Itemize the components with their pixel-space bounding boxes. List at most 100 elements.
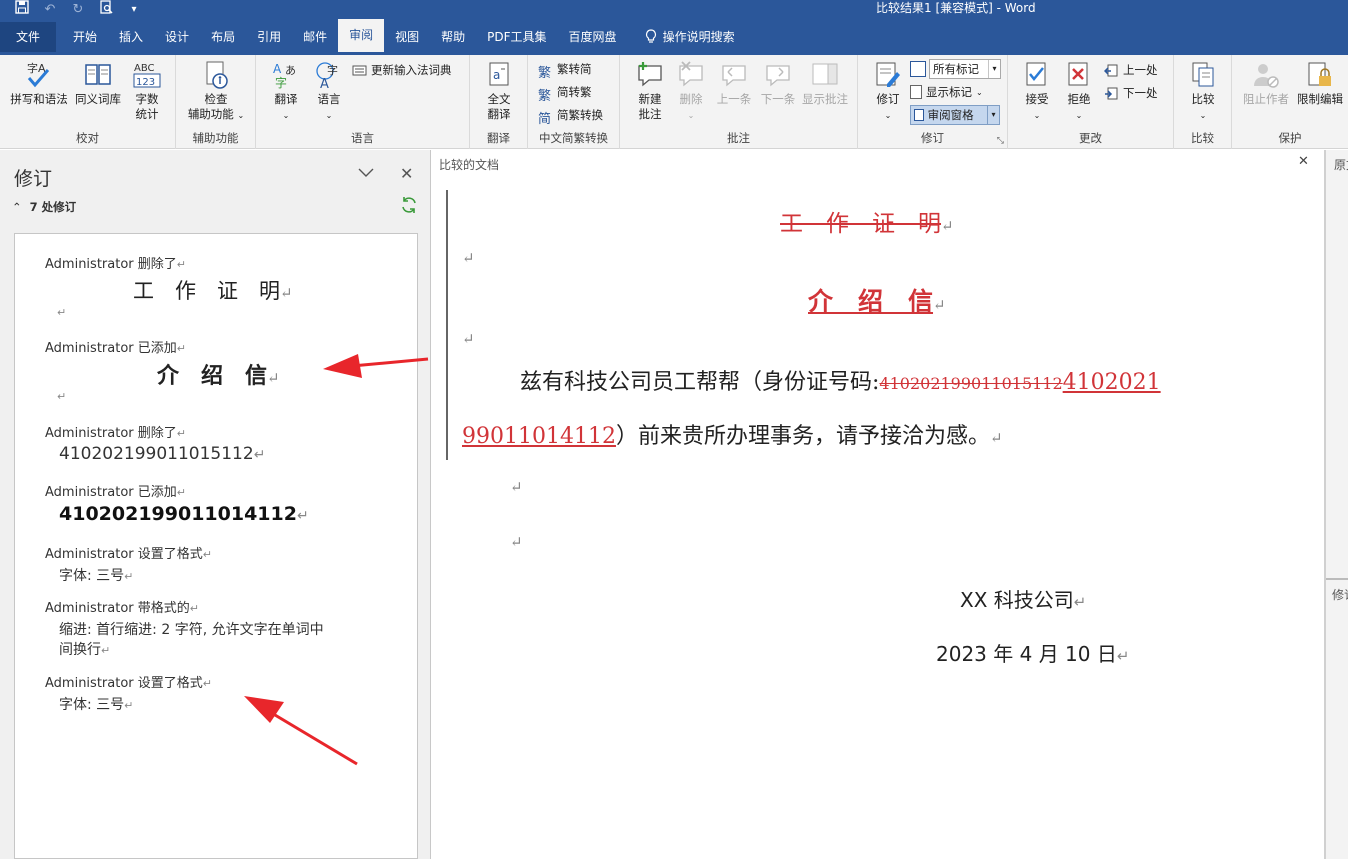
previous-change-button[interactable]: 上一处 xyxy=(1104,62,1158,78)
group-label-proofing: 校对 xyxy=(76,131,99,145)
group-label-changes: 更改 xyxy=(1079,131,1102,145)
group-translate: a 全文 翻译 翻译 xyxy=(470,55,528,149)
tab-mailings[interactable]: 邮件 xyxy=(292,22,338,52)
revision-item[interactable]: Administrator 已添加↵ xyxy=(45,337,186,356)
new-comment-icon xyxy=(638,62,662,87)
word-count-icon: ABC 123 xyxy=(133,63,161,88)
previous-comment-button[interactable]: 上一条 xyxy=(712,60,756,107)
revision-item[interactable]: Administrator 删除了↵ xyxy=(45,253,186,272)
compared-document-pane: 比较的文档 ✕ 工 作 证 明↵ ↵ 介 绍 信↵ ↵ 兹有科技公司员工帮帮（身… xyxy=(432,150,1324,859)
body-line-1[interactable]: 兹有科技公司员工帮帮（身份证号码:41020219901101511241020… xyxy=(520,364,1161,396)
revision-item[interactable]: Administrator 设置了格式↵ xyxy=(45,672,212,691)
tab-file[interactable]: 文件 xyxy=(0,22,57,52)
tab-review[interactable]: 审阅 xyxy=(338,19,385,52)
tab-view[interactable]: 视图 xyxy=(384,22,430,52)
svg-text:A: A xyxy=(273,62,282,76)
revisions-list: Administrator 删除了↵ 工 作 证 明↵ ↵ Administra… xyxy=(14,233,418,859)
body-line-2[interactable]: 99011014112）前来贵所办理事务，请予接洽为感。↵ xyxy=(462,418,1003,450)
revision-item[interactable]: Administrator 带格式的↵ xyxy=(45,597,199,616)
document-date[interactable]: 2023 年 4 月 10 日↵ xyxy=(936,638,1129,667)
tab-references[interactable]: 引用 xyxy=(246,22,292,52)
close-icon[interactable]: ✕ xyxy=(400,164,413,183)
group-protect: 阻止作者 限制编辑 保护 xyxy=(1232,55,1348,149)
redo-icon[interactable]: ↻ xyxy=(70,2,86,17)
revisions-pane: 修订 ✕ ⌃ 7 处修订 Administrator 删除了↵ 工 作 证 明↵… xyxy=(0,150,431,859)
tab-baidu-netdisk[interactable]: 百度网盘 xyxy=(558,22,628,52)
pane-divider[interactable] xyxy=(1326,578,1348,580)
markup-dropdown[interactable]: 所有标记 ▾ xyxy=(929,59,1001,79)
svg-text:123: 123 xyxy=(136,77,155,88)
revision-content: 410202199011015112↵ xyxy=(59,444,266,464)
tab-design[interactable]: 设计 xyxy=(154,22,200,52)
word-count-button[interactable]: ABC 123 字数 统计 xyxy=(126,60,168,122)
traditional-to-simplified-button[interactable]: 繁 繁转简 xyxy=(538,61,592,81)
chinese-convert-icon: 简 xyxy=(538,111,552,127)
track-changes-icon xyxy=(876,62,900,87)
accept-button[interactable]: 接受 ⌄ xyxy=(1018,60,1056,123)
group-label-translate: 翻译 xyxy=(487,131,510,145)
accessibility-icon xyxy=(206,61,228,89)
group-comments: 新建 批注 删除 ⌄ 上一条 下一条 显示批注 批注 xyxy=(620,55,858,149)
dialog-launcher-icon[interactable]: ⤡ xyxy=(997,136,1004,146)
chevron-down-icon[interactable] xyxy=(358,166,374,182)
customize-qat-chevron-icon[interactable]: ▾ xyxy=(126,4,142,15)
show-markup-button[interactable]: 显示标记 ⌄ xyxy=(910,84,983,100)
check-accessibility-button[interactable]: 检查 辅助功能 ⌄ xyxy=(180,60,252,123)
company-name[interactable]: XX 科技公司↵ xyxy=(960,584,1086,613)
group-language: Aあ字 翻译 ⌄ 字A 语言 ⌄ 更新输入法词典 语言 xyxy=(256,55,470,149)
tab-home[interactable]: 开始 xyxy=(62,22,108,52)
revision-item[interactable]: Administrator 设置了格式↵ xyxy=(45,543,212,562)
close-icon[interactable]: ✕ xyxy=(1298,154,1309,169)
revision-content: 介 绍 信↵ xyxy=(157,363,280,389)
tell-me-search[interactable]: 操作说明搜索 xyxy=(634,22,746,52)
compare-button[interactable]: 比较 ⌄ xyxy=(1180,60,1226,123)
tab-pdf-tools[interactable]: PDF工具集 xyxy=(476,22,557,52)
paragraph-mark: ↵ xyxy=(57,390,67,403)
track-changes-button[interactable]: 修订 ⌄ xyxy=(868,60,908,123)
spelling-grammar-button[interactable]: 字A 拼写和语法 xyxy=(8,60,70,107)
restrict-editing-button[interactable]: 限制编辑 xyxy=(1294,60,1346,107)
group-label-chinese-conversion: 中文简繁转换 xyxy=(539,131,608,145)
full-translate-button[interactable]: a 全文 翻译 xyxy=(476,60,522,122)
print-preview-icon[interactable] xyxy=(98,0,114,18)
chevron-up-icon: ⌃ xyxy=(12,200,22,214)
show-markup-icon xyxy=(910,85,922,99)
tab-layout[interactable]: 布局 xyxy=(200,22,246,52)
chevron-down-icon: ▾ xyxy=(987,106,999,124)
block-authors-button[interactable]: 阻止作者 xyxy=(1238,60,1294,107)
thesaurus-button[interactable]: 同义词库 xyxy=(72,60,124,107)
save-icon[interactable] xyxy=(14,0,30,18)
simplified-to-traditional-button[interactable]: 繁 简转繁 xyxy=(538,84,592,104)
window-title: 比较结果1 [兼容模式] - Word xyxy=(876,1,1036,15)
undo-icon[interactable]: ↶ xyxy=(42,2,58,17)
language-button[interactable]: 字A 语言 ⌄ xyxy=(308,60,350,123)
paragraph-mark: ↵ xyxy=(510,478,523,496)
reject-icon xyxy=(1068,62,1088,86)
revision-item[interactable]: Administrator 已添加↵ xyxy=(45,481,186,500)
svg-text:字: 字 xyxy=(275,75,287,90)
show-comments-button[interactable]: 显示批注 xyxy=(798,60,852,107)
traditional-simplified-icon: 繁 xyxy=(538,65,552,81)
inserted-title[interactable]: 介 绍 信↵ xyxy=(808,282,946,318)
deleted-title[interactable]: 工 作 证 明↵ xyxy=(780,204,954,238)
group-label-compare: 比较 xyxy=(1191,131,1214,145)
revisions-count[interactable]: ⌃ 7 处修订 xyxy=(12,199,76,215)
svg-text:字: 字 xyxy=(327,63,338,77)
svg-text:a: a xyxy=(493,68,500,82)
language-globe-icon: 字A xyxy=(316,62,338,90)
translate-button[interactable]: Aあ字 翻译 ⌄ xyxy=(266,60,306,123)
document-translate-icon: a xyxy=(489,62,509,86)
update-ime-dictionary-button[interactable]: 更新输入法词典 xyxy=(352,62,452,78)
tab-insert[interactable]: 插入 xyxy=(108,22,154,52)
chinese-conversion-button[interactable]: 简 简繁转换 xyxy=(538,107,603,127)
reviewing-pane-button[interactable]: 审阅窗格 ▾ xyxy=(910,105,1000,125)
tab-help[interactable]: 帮助 xyxy=(430,22,476,52)
new-comment-button[interactable]: 新建 批注 xyxy=(630,60,670,122)
delete-comment-button[interactable]: 删除 ⌄ xyxy=(672,60,710,123)
show-comments-icon xyxy=(812,63,838,85)
refresh-icon[interactable] xyxy=(400,196,418,219)
reject-button[interactable]: 拒绝 ⌄ xyxy=(1060,60,1098,123)
revision-item[interactable]: Administrator 删除了↵ xyxy=(45,422,186,441)
next-comment-button[interactable]: 下一条 xyxy=(756,60,800,107)
next-change-button[interactable]: 下一处 xyxy=(1104,85,1158,101)
